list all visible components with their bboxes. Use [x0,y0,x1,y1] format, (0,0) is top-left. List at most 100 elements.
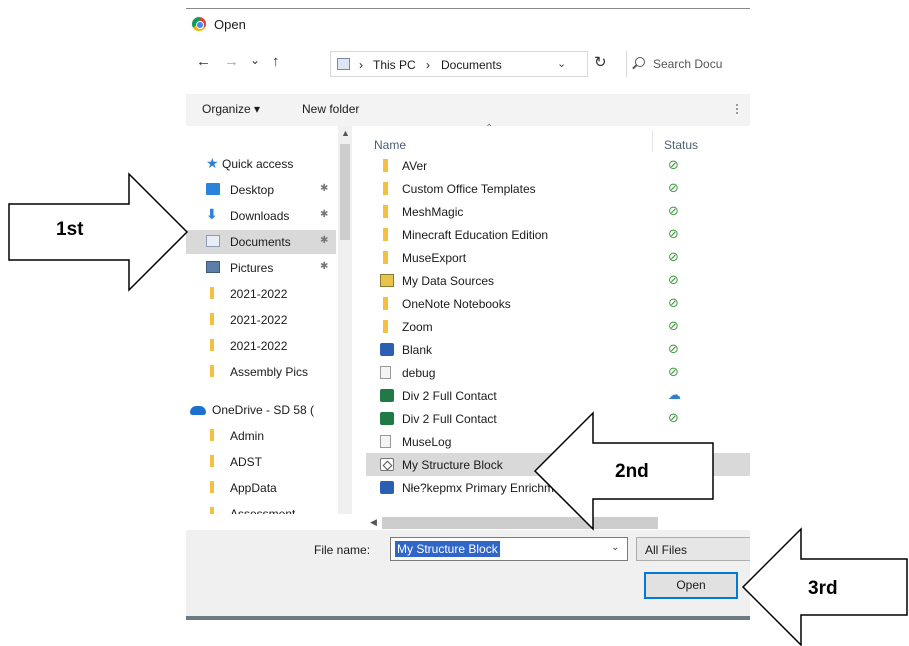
file-name-value: My Structure Block [395,541,500,557]
data-sources-folder-icon [380,274,394,287]
sidebar-item-label: AppData [230,481,277,495]
file-list-header: ⌃ Name Status [352,123,750,154]
sidebar-item-label: Pictures [230,261,274,275]
sidebar-item-folder[interactable]: 2021-2022 [186,282,336,306]
sidebar-item-label: OneDrive - SD 58 ( [212,403,315,417]
file-row-my-data-sources[interactable]: My Data Sources ⊘ [366,269,750,292]
file-name: Custom Office Templates [402,182,536,196]
file-name: Nłe?kepmx Primary Enrichm [402,481,555,495]
file-name: My Structure Block [402,458,503,472]
navigation-pane-scrollbar[interactable]: ▲ ▼ [338,126,352,530]
sidebar-item-documents[interactable]: Documents ✱ [186,230,336,254]
file-row-onenote-notebooks[interactable]: OneNote Notebooks ⊘ [366,292,750,315]
sidebar-item-folder[interactable]: 2021-2022 [186,308,336,332]
file-row-minecraft-education-edition[interactable]: Minecraft Education Edition ⊘ [366,223,750,246]
sidebar-item-folder[interactable]: 2021-2022 [186,334,336,358]
sidebar-item-label: Documents [230,235,291,249]
dialog-footer: File name: My Structure Block ⌄ All File… [186,530,750,620]
address-dropdown-chevron-icon[interactable]: ⌄ [557,57,566,70]
scroll-up-arrow-icon[interactable]: ▲ [341,128,350,138]
breadcrumb-separator: › [426,58,430,72]
file-name: My Data Sources [402,274,495,288]
folder-icon [383,159,388,172]
excel-file-icon [380,412,394,425]
file-name: Div 2 Full Contact [402,389,497,403]
search-placeholder: Search Docu [653,57,723,71]
sidebar-item-assembly-pics[interactable]: Assembly Pics [186,360,336,384]
file-row-museexport[interactable]: MuseExport ⊘ [366,246,750,269]
address-bar[interactable]: › This PC › Documents ⌄ [330,51,588,77]
sidebar-item-admin[interactable]: Admin [186,424,336,448]
file-name: Zoom [402,320,433,334]
sync-status-icon: ⊘ [668,318,679,333]
sidebar-item-label: Assembly Pics [230,365,309,379]
sync-status-icon: ⊘ [668,180,679,195]
file-row-zoom[interactable]: Zoom ⊘ [366,315,750,338]
command-toolbar: Organize ▾ New folder [186,94,750,126]
sidebar-item-downloads[interactable]: ⬇ Downloads ✱ [186,204,336,228]
column-divider[interactable] [652,130,653,152]
word-document-icon [380,343,394,356]
sidebar-item-appdata[interactable]: AppData [186,476,336,500]
structure-block-file-icon [380,458,394,471]
file-row-debug[interactable]: debug ⊘ [366,361,750,384]
file-row-custom-office-templates[interactable]: Custom Office Templates ⊘ [366,177,750,200]
sidebar-item-onedrive[interactable]: OneDrive - SD 58 ( [186,398,336,422]
file-row-aver[interactable]: AVer ⊘ [366,154,750,177]
chrome-icon [192,17,206,31]
navigation-pane: ★ Quick access Desktop ✱ ⬇ Downloads ✱ D… [186,126,352,530]
refresh-icon[interactable]: ↻ [594,53,607,71]
pin-icon: ✱ [320,261,329,272]
text-file-icon [380,435,391,448]
folder-icon [210,313,214,325]
file-row-div-2-full-contact[interactable]: Div 2 Full Contact ☁ [366,384,750,407]
breadcrumb-documents[interactable]: Documents [441,58,502,72]
file-name-dropdown-chevron-icon[interactable]: ⌄ [611,542,619,553]
folder-icon [210,287,214,299]
file-name-label: File name: [314,543,371,557]
forward-arrow-icon[interactable]: → [224,54,239,70]
search-box[interactable]: Search Docu [626,51,750,77]
star-icon: ★ [206,155,219,171]
file-type-select[interactable]: All Files [636,537,750,561]
pictures-icon [206,261,220,273]
scroll-left-arrow-icon[interactable]: ◀ [370,517,377,528]
sync-status-icon: ⊘ [668,295,679,310]
cloud-status-icon: ☁ [668,387,681,402]
folder-icon [383,320,388,333]
folder-icon [210,429,214,441]
callout-label-3rd: 3rd [808,578,838,599]
file-row-meshmagic[interactable]: MeshMagic ⊘ [366,200,750,223]
breadcrumb-this-pc[interactable]: This PC [373,58,416,72]
pin-icon: ✱ [320,183,329,194]
sidebar-item-label: Admin [230,429,265,443]
callout-label-2nd: 2nd [615,461,649,482]
title-bar: Open [186,9,750,37]
view-options-icon[interactable] [736,104,750,114]
open-button[interactable]: Open [644,572,738,599]
file-row-blank[interactable]: Blank ⊘ [366,338,750,361]
sidebar-item-desktop[interactable]: Desktop ✱ [186,178,336,202]
sync-status-icon: ⊘ [668,157,679,172]
back-arrow-icon[interactable]: ← [196,54,211,70]
sync-status-icon: ⊘ [668,226,679,241]
up-arrow-icon[interactable]: ↑ [272,54,280,70]
file-name: Minecraft Education Edition [402,228,549,242]
organize-button[interactable]: Organize ▾ [202,102,260,116]
file-name-input[interactable]: My Structure Block ⌄ [390,537,628,561]
new-folder-button[interactable]: New folder [302,102,359,116]
sidebar-item-label: 2021-2022 [230,339,288,353]
recent-locations-chevron-icon[interactable]: ⌄ [250,52,260,68]
column-header-name[interactable]: Name [374,138,406,152]
navigation-pane-scroll-thumb[interactable] [340,144,350,240]
excel-file-icon [380,389,394,402]
sidebar-item-adst[interactable]: ADST [186,450,336,474]
folder-icon [383,228,388,241]
sidebar-item-quick-access[interactable]: ★ Quick access [186,152,336,176]
sort-ascending-icon: ⌃ [485,123,494,134]
column-header-status[interactable]: Status [664,138,698,152]
sync-status-icon: ⊘ [668,341,679,356]
file-name: OneNote Notebooks [402,297,511,311]
dialog-bottom-border [186,616,750,620]
sidebar-item-pictures[interactable]: Pictures ✱ [186,256,336,280]
